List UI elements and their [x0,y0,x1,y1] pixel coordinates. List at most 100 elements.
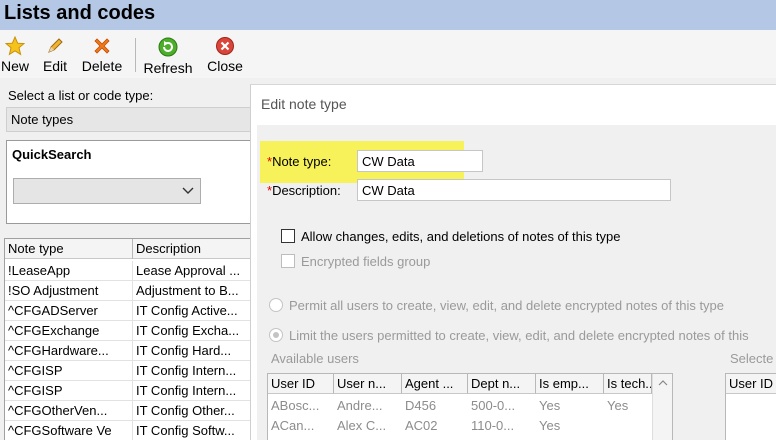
note-type-cell: ^CFGISP [5,381,133,401]
dialog-title: Edit note type [261,96,347,112]
selected-users-label: Selecte [730,351,774,366]
green-refresh-icon [158,37,178,57]
description-cell: IT Config Hard... [136,343,232,358]
encrypted-group-checkbox[interactable] [281,254,295,268]
user-id-cell: ABosc... [271,398,320,413]
is-employee-cell: Yes [539,418,561,433]
edit-button[interactable]: Edit [39,34,71,76]
allow-changes-label: Allow changes, edits, and deletions of n… [301,229,621,244]
agent-cell: D456 [405,398,437,413]
column-header-description[interactable]: Description [133,239,257,259]
new-button[interactable]: New [0,34,30,76]
edit-note-type-dialog: Edit note type *Note type: CW Data *Desc… [250,84,776,440]
red-close-circle-icon [216,37,234,55]
grid-header: Note type Description [5,239,256,259]
column-header-agent[interactable]: Agent ... [402,374,468,394]
quicksearch-dropdown[interactable] [13,178,201,204]
dept-cell: 500-0... [471,398,516,413]
app-title-bar: Lists and codes [0,0,776,30]
description-cell: Adjustment to B... [136,283,239,298]
table-row[interactable]: ^CFGExchange IT Config Excha... [5,321,256,341]
toolbar-separator [135,38,136,72]
red-x-icon [94,38,110,54]
column-header-note-type[interactable]: Note type [5,239,133,259]
is-employee-cell: Yes [539,398,561,413]
selected-users-grid: User ID [725,373,776,440]
edit-label: Edit [42,58,68,74]
note-type-label-text: Note type: [272,154,332,169]
user-id-cell: ACan... [271,418,315,433]
allow-changes-checkbox[interactable] [281,229,295,243]
agent-cell: AC02 [405,418,438,433]
table-row[interactable]: ^CFGSoftware Ve IT Config Softw... [5,421,256,440]
delete-label: Delete [81,58,123,74]
quicksearch-title: QuickSearch [12,147,92,162]
note-type-label: *Note type: [267,154,331,169]
close-label: Close [207,58,243,74]
close-button[interactable]: Close [204,34,246,76]
column-header-is-tech[interactable]: Is tech... [604,374,652,394]
description-cell: Lease Approval ... [136,263,241,278]
list-type-select[interactable]: Note types [6,107,256,132]
available-users-grid: User ID User n... Agent ... Dept n... Is… [267,373,673,440]
description-cell: IT Config Excha... [136,323,240,338]
description-input[interactable]: CW Data [357,179,671,201]
note-type-cell: ^CFGISP [5,361,133,381]
table-row[interactable]: ^CFGHardware... IT Config Hard... [5,341,256,361]
limit-users-label: Limit the users permitted to create, vie… [289,328,749,343]
encrypted-group-label: Encrypted fields group [301,254,431,269]
table-row[interactable]: ^CFGISP IT Config Intern... [5,361,256,381]
available-users-scrollbar[interactable] [652,374,672,440]
note-type-cell: ^CFGExchange [5,321,133,341]
column-header-selected-user-id[interactable]: User ID [726,374,776,394]
description-cell: IT Config Intern... [136,383,237,398]
table-row[interactable]: !SO Adjustment Adjustment to B... [5,281,256,301]
is-tech-cell: Yes [607,398,629,413]
delete-button[interactable]: Delete [80,34,124,76]
is-tech-cell [604,416,652,436]
note-type-cell: ^CFGOtherVen... [5,401,133,421]
column-header-user-name[interactable]: User n... [334,374,402,394]
note-type-cell: ^CFGADServer [5,301,133,321]
new-label: New [0,58,29,74]
note-type-input[interactable]: CW Data [357,150,483,172]
limit-users-radio[interactable] [269,328,283,342]
chevron-down-icon [182,187,194,194]
dialog-body: *Note type: CW Data *Description: CW Dat… [257,125,776,440]
app-title: Lists and codes [4,2,156,24]
description-label-text: Description: [272,183,341,198]
dept-cell: 110-0... [471,418,515,433]
column-header-dept[interactable]: Dept n... [468,374,536,394]
permit-all-radio[interactable] [269,298,283,312]
list-type-label: Select a list or code type: [8,88,154,103]
note-types-grid: Note type Description !LeaseApp Lease Ap… [4,238,256,440]
toolbar: New Edit Delete Refresh Close [0,30,776,78]
description-cell: IT Config Active... [136,303,238,318]
table-row[interactable]: !LeaseApp Lease Approval ... [5,261,256,281]
permit-all-label: Permit all users to create, view, edit, … [289,298,725,313]
description-cell: IT Config Other... [136,403,235,418]
user-row[interactable]: ACan... Alex C... AC02 110-0... Yes [268,416,652,436]
table-row[interactable]: ^CFGADServer IT Config Active... [5,301,256,321]
user-name-cell: Andre... [337,398,383,413]
column-header-is-employee[interactable]: Is emp... [536,374,604,394]
note-type-cell: ^CFGSoftware Ve [5,421,133,440]
refresh-label: Refresh [143,60,193,76]
description-label: *Description: [267,183,341,198]
star-icon [5,36,25,56]
table-row[interactable]: ^CFGISP IT Config Intern... [5,381,256,401]
column-header-user-id[interactable]: User ID [268,374,334,394]
pencil-icon [48,38,63,53]
refresh-button[interactable]: Refresh [142,34,194,76]
note-type-cell: !LeaseApp [5,261,133,281]
description-cell: IT Config Softw... [136,423,235,438]
quicksearch-panel: QuickSearch [6,140,256,224]
note-type-cell: ^CFGHardware... [5,341,133,361]
note-type-cell: !SO Adjustment [5,281,133,301]
available-users-label: Available users [271,351,359,366]
description-cell: IT Config Intern... [136,363,237,378]
table-row[interactable]: ^CFGOtherVen... IT Config Other... [5,401,256,421]
chevron-up-icon [658,380,668,386]
user-row[interactable]: ABosc... Andre... D456 500-0... Yes Yes [268,396,652,416]
user-name-cell: Alex C... [337,418,387,433]
